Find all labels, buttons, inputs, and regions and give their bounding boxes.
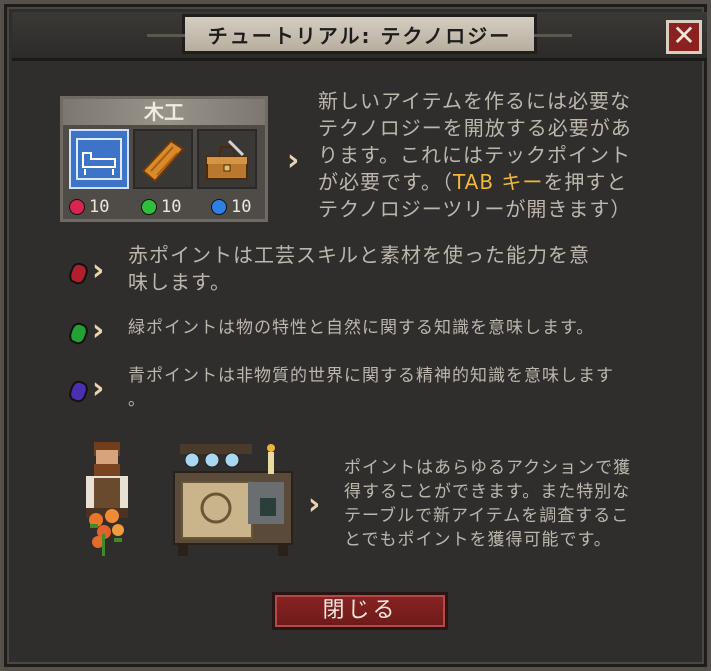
window-title: チュートリアル: テクノロジー <box>147 14 572 54</box>
tech-name: 木工 <box>63 99 265 125</box>
chevron-right-icon: › <box>287 143 300 178</box>
chevron-right-icon: › <box>92 313 105 348</box>
title-bar: チュートリアル: テクノロジー <box>12 12 707 61</box>
blue-point-icon <box>211 199 227 215</box>
intro-line: ります。これにはテックポイント <box>318 143 631 167</box>
description-line: 青ポイントは非物質的世界に関する精神的知識を意味します <box>128 366 614 386</box>
red-point-cost: 10 <box>69 197 109 217</box>
green-point-value: 10 <box>161 197 182 217</box>
intro-fragment: が必要です。（ <box>318 170 453 194</box>
blue-point-description: 青ポイントは非物質的世界に関する精神的知識を意味します 。 <box>128 364 688 412</box>
close-window-button[interactable]: ✕ <box>666 20 702 54</box>
blue-point-value: 10 <box>231 197 252 217</box>
green-point-icon <box>141 199 157 215</box>
intro-line: テクノロジーツリーが開きます） <box>318 197 632 221</box>
description-line: 。 <box>128 390 146 410</box>
wood-plank-icon <box>133 129 193 189</box>
description-line: 味します。 <box>128 270 231 294</box>
green-point-cost: 10 <box>141 197 181 217</box>
blue-point-cost: 10 <box>211 197 251 217</box>
description-line: テーブルで新アイテムを調査するこ <box>344 506 630 526</box>
red-gem-icon <box>66 260 91 287</box>
toolbox-icon <box>197 129 257 189</box>
red-point-icon <box>69 199 85 215</box>
intro-line: が必要です。（TAB キーを押すと <box>318 169 698 196</box>
intro-fragment: を押すと <box>543 170 628 194</box>
tab-key-hint: TAB キー <box>453 170 544 194</box>
description-line: 得することができます。また特別な <box>344 482 631 502</box>
chevron-right-icon: › <box>92 371 105 406</box>
red-point-value: 10 <box>89 197 110 217</box>
tutorial-window: チュートリアル: テクノロジー ✕ 木工 10 10 10 › 新しいアイテムを… <box>0 0 711 671</box>
tech-card-woodworking: 木工 10 10 10 <box>60 96 268 222</box>
green-point-description: 緑ポイントは物の特性と自然に関する知識を意味します。 <box>128 318 595 338</box>
red-point-description: 赤ポイントは工芸スキルと素材を使った能力を意 味します。 <box>128 242 688 296</box>
blue-gem-icon <box>66 378 91 405</box>
chevron-right-icon: › <box>92 253 105 288</box>
description-line: 赤ポイントは工芸スキルと素材を使った能力を意 <box>128 243 590 267</box>
green-gem-icon <box>66 320 91 347</box>
earn-points-text: ポイントはあらゆるアクションで獲 得することができます。また特別な テーブルで新… <box>344 456 694 552</box>
description-line: ポイントはあらゆるアクションで獲 <box>344 458 632 478</box>
close-button[interactable]: 閉じる <box>272 592 448 630</box>
chevron-right-icon: › <box>308 487 321 522</box>
intro-line: 新しいアイテムを作るには必要な <box>318 89 631 113</box>
research-table-sprite <box>168 438 298 558</box>
character-sprite <box>76 438 140 558</box>
intro-text: 新しいアイテムを作るには必要な テクノロジーを開放する必要があ ります。これには… <box>318 88 698 223</box>
blueprint-bed-icon <box>69 129 129 189</box>
intro-line: テクノロジーを開放する必要があ <box>318 116 632 140</box>
description-line: とでもポイントを獲得可能です。 <box>344 530 612 550</box>
